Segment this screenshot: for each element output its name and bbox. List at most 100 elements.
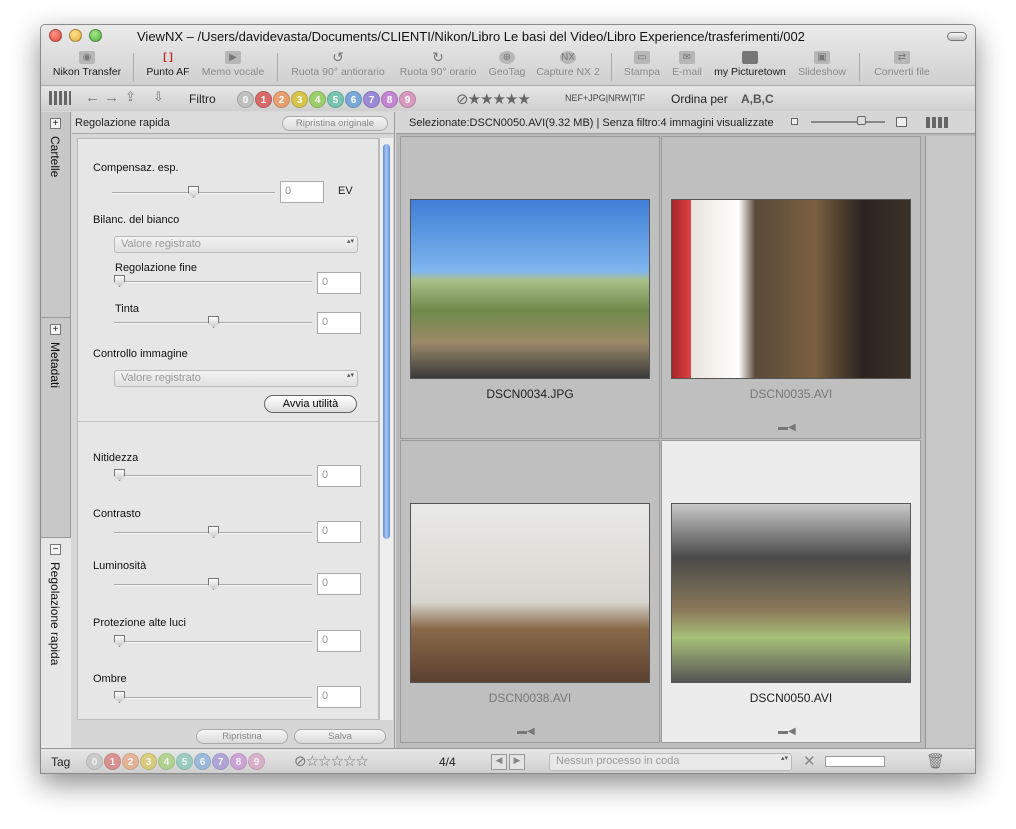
image-control-select[interactable]: Valore registrato [114,370,358,387]
thumbnail-image[interactable] [671,503,911,683]
exposure-value[interactable]: 0 [280,181,324,203]
reset-button[interactable]: Ripristina [196,729,288,744]
shadows-slider[interactable] [114,691,312,703]
label-9-button[interactable]: 9 [399,91,416,108]
view-mode-icon[interactable] [926,117,948,128]
slider-knob[interactable] [188,186,199,198]
thumbnail-item[interactable]: DSCN0038.AVI ▬◀ [400,440,660,743]
sharpness-value[interactable]: 0 [317,465,361,487]
brightness-value[interactable]: 0 [317,573,361,595]
label-6-button[interactable]: 6 [345,91,362,108]
tab-metadata[interactable]: + Metadati [41,318,71,538]
contrast-value[interactable]: 0 [317,521,361,543]
tag-rating[interactable]: ⊘☆☆☆☆☆ [294,752,369,770]
thumbnail-image[interactable] [410,503,650,683]
panel-scrollbar[interactable] [379,138,393,720]
thumbnail-size-slider[interactable] [811,116,885,125]
label-filter-buttons[interactable]: 0123456789 [237,91,416,108]
slider-knob[interactable] [208,526,219,538]
queue-select[interactable]: Nessun processo in coda [549,753,792,771]
slider-knob[interactable] [114,469,125,481]
label-0-button[interactable]: 0 [237,91,254,108]
thumbnail-item[interactable]: DSCN0050.AVI ▬◀ [661,440,921,743]
voice-memo-button[interactable]: ▶ Memo vocale [199,51,267,78]
rotate-ccw-button[interactable]: ↺ Ruota 90° antiorario [287,50,389,78]
trash-icon[interactable]: 🗑 [926,752,945,770]
thumbnail-image[interactable] [410,199,650,379]
rotate-cw-button[interactable]: ↻ Ruota 90° orario [396,50,480,78]
minimize-button[interactable] [69,29,82,42]
next-page-button[interactable]: ▶ [509,754,525,770]
convert-files-button[interactable]: ⇄ Converti file [869,51,935,78]
contrast-slider[interactable] [114,526,312,538]
grid-view-icon[interactable] [49,91,71,105]
label-7-button[interactable]: 7 [212,753,229,770]
fine-adjust-slider[interactable] [114,275,312,287]
tab-quick-adjust[interactable]: − Regolazione rapida [41,538,71,748]
label-5-button[interactable]: 5 [327,91,344,108]
close-button[interactable] [49,29,62,42]
download-icon[interactable]: ⇩ [153,89,164,105]
thumbnail-item[interactable]: DSCN0034.JPG [400,136,660,439]
tag-label-buttons[interactable]: 0123456789 [86,753,265,770]
shadows-value[interactable]: 0 [317,686,361,708]
slider-knob[interactable] [208,578,219,590]
white-balance-select[interactable]: Valore registrato [114,236,358,253]
prev-page-button[interactable]: ◀ [491,754,507,770]
back-forward-icons[interactable]: ← → [85,89,119,106]
highlights-value[interactable]: 0 [317,630,361,652]
label-2-button[interactable]: 2 [273,91,290,108]
thumbnail-image[interactable] [671,199,911,379]
tint-slider[interactable] [114,316,312,328]
label-4-button[interactable]: 4 [309,91,326,108]
rating-filter[interactable]: ⊘★★★★★ [456,90,531,108]
sort-abc-icon[interactable]: A,B,C [741,92,774,106]
slider-knob[interactable] [208,316,219,328]
thumbnail-scroll-area[interactable] [925,136,975,748]
large-thumb-icon[interactable] [896,117,907,127]
tab-folders[interactable]: + Cartelle [41,112,71,318]
label-2-button[interactable]: 2 [122,753,139,770]
my-picturetown-button[interactable]: my Picturetown [711,51,789,78]
sharpness-slider[interactable] [114,469,312,481]
restore-original-button[interactable]: Ripristina originale [282,116,388,131]
small-thumb-icon[interactable] [791,118,798,125]
brightness-slider[interactable] [114,578,312,590]
format-filter[interactable]: NEF+JPG|NRW|TIF [565,93,645,103]
cancel-process-icon[interactable]: ✕ [803,752,816,770]
print-button[interactable]: ▭ Stampa [621,51,663,78]
nikon-transfer-button[interactable]: ◉ Nikon Transfer [49,51,125,78]
launch-utility-button[interactable]: Avvia utilità [264,395,357,413]
upload-icon[interactable]: ⇪ [125,89,136,105]
thumbnail-item[interactable]: DSCN0035.AVI ▬◀ [661,136,921,439]
label-5-button[interactable]: 5 [176,753,193,770]
label-8-button[interactable]: 8 [381,91,398,108]
slider-knob[interactable] [114,275,125,287]
fine-adjust-value[interactable]: 0 [317,272,361,294]
scroll-thumb[interactable] [383,144,390,539]
label-6-button[interactable]: 6 [194,753,211,770]
slider-knob[interactable] [114,691,125,703]
tint-value[interactable]: 0 [317,312,361,334]
label-4-button[interactable]: 4 [158,753,175,770]
label-1-button[interactable]: 1 [255,91,272,108]
label-9-button[interactable]: 9 [248,753,265,770]
slider-knob[interactable] [857,116,866,125]
slideshow-button[interactable]: ▣ Slideshow [795,51,849,78]
save-button[interactable]: Salva [294,729,386,744]
label-7-button[interactable]: 7 [363,91,380,108]
label-1-button[interactable]: 1 [104,753,121,770]
label-0-button[interactable]: 0 [86,753,103,770]
zoom-button[interactable] [89,29,102,42]
exposure-slider[interactable] [112,186,275,198]
capture-nx-button[interactable]: NX Capture NX 2 [534,51,602,78]
geotag-button[interactable]: ⊕ GeoTag [487,51,527,78]
label-3-button[interactable]: 3 [291,91,308,108]
slider-knob[interactable] [114,635,125,647]
toolbar-toggle-button[interactable] [947,32,967,41]
af-point-button[interactable]: [ ] Punto AF [141,51,195,78]
highlights-slider[interactable] [114,635,312,647]
label-8-button[interactable]: 8 [230,753,247,770]
label-3-button[interactable]: 3 [140,753,157,770]
email-button[interactable]: ✉ E-mail [668,51,706,78]
